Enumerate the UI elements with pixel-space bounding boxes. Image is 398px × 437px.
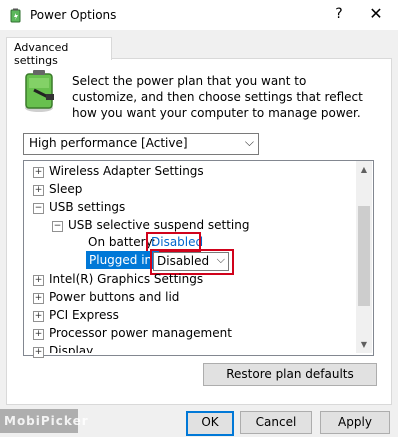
tree-item-usb-settings[interactable]: USB settings xyxy=(49,198,125,216)
tree-item-processor[interactable]: Processor power management xyxy=(49,324,232,342)
help-button[interactable]: ? xyxy=(326,2,352,26)
battery-plug-icon xyxy=(25,70,54,112)
tab-label: Advanced settings xyxy=(14,41,69,67)
tree-item-display[interactable]: Display xyxy=(49,342,93,353)
expand-display-toggle[interactable]: + xyxy=(33,347,44,358)
title-bar: Power Options ? ✕ xyxy=(0,0,398,30)
collapse-usb-suspend-toggle[interactable]: − xyxy=(52,221,63,232)
plugged-in-label: Plugged in: xyxy=(86,251,160,269)
scroll-down-icon[interactable]: ▼ xyxy=(356,336,372,353)
collapse-usb-toggle[interactable]: − xyxy=(33,203,44,214)
expand-processor-toggle[interactable]: + xyxy=(33,329,44,340)
chevron-down-icon: ⌵ xyxy=(244,135,254,149)
restore-defaults-button[interactable]: Restore plan defaults xyxy=(203,363,377,386)
power-plan-dropdown[interactable]: High performance [Active] ⌵ xyxy=(23,133,259,155)
expand-wireless-toggle[interactable]: + xyxy=(33,167,44,178)
tree-scrollbar[interactable]: ▲ ▼ xyxy=(356,161,372,353)
close-button[interactable]: ✕ xyxy=(362,2,390,26)
tree-item-intel-graphics[interactable]: Intel(R) Graphics Settings xyxy=(49,270,203,288)
cancel-button[interactable]: Cancel xyxy=(240,411,312,434)
description-text: Select the power plan that you want to c… xyxy=(72,74,363,120)
ok-button[interactable]: OK xyxy=(186,411,234,436)
scroll-thumb[interactable] xyxy=(358,206,370,306)
power-plan-value: High performance [Active] xyxy=(29,136,188,150)
watermark-logo: MobiPicker xyxy=(4,414,89,428)
power-options-icon xyxy=(10,8,21,23)
expand-power-buttons-toggle[interactable]: + xyxy=(33,293,44,304)
apply-button[interactable]: Apply xyxy=(320,411,390,434)
tree-item-wireless[interactable]: Wireless Adapter Settings xyxy=(49,162,204,180)
tree-item-sleep[interactable]: Sleep xyxy=(49,180,82,198)
expand-intel-toggle[interactable]: + xyxy=(33,275,44,286)
tree-item-power-buttons[interactable]: Power buttons and lid xyxy=(49,288,179,306)
tree-item-pci-express[interactable]: PCI Express xyxy=(49,306,119,324)
tab-advanced-settings[interactable]: Advanced settings xyxy=(6,37,112,67)
expand-pci-toggle[interactable]: + xyxy=(33,311,44,322)
expand-sleep-toggle[interactable]: + xyxy=(33,185,44,196)
window-title: Power Options xyxy=(30,8,117,22)
scroll-up-icon[interactable]: ▲ xyxy=(356,161,372,178)
